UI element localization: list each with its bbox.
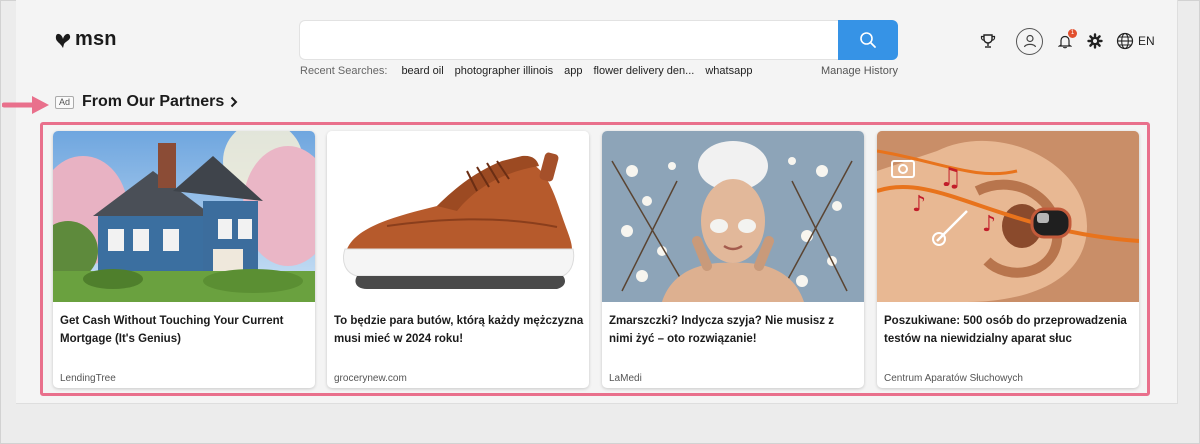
search-button[interactable] — [838, 20, 898, 60]
partner-card[interactable]: ♫ ♪ ♪ Poszukiwane: 500 osób do przeprowa… — [877, 131, 1139, 388]
language-button[interactable]: EN — [1116, 31, 1155, 51]
globe-icon — [1116, 32, 1134, 50]
svg-text:♪: ♪ — [912, 192, 926, 217]
card-title: Zmarszczki? Indycza szyja? Nie musisz z … — [609, 315, 834, 345]
card-source: Centrum Aparatów Słuchowych — [884, 373, 1023, 384]
card-title: To będzie para butów, którą każdy mężczy… — [334, 315, 584, 345]
recent-searches: Recent Searches: beard oil photographer … — [300, 65, 898, 77]
card-image-hearing-aid: ♫ ♪ ♪ — [877, 131, 1139, 302]
logo-text: msn — [75, 28, 117, 50]
header-toolbar: 1 EN — [978, 27, 1155, 55]
search-icon — [860, 32, 876, 48]
partner-card[interactable]: Get Cash Without Touching Your Current M… — [53, 131, 315, 388]
settings-button[interactable] — [1086, 32, 1104, 50]
profile-icon — [1023, 34, 1036, 48]
recent-searches-label: Recent Searches: — [300, 65, 388, 77]
rewards-button[interactable] — [978, 31, 998, 51]
profile-button[interactable] — [1016, 27, 1043, 55]
recent-search-item[interactable]: photographer illinois — [455, 65, 553, 77]
recent-search-item[interactable]: app — [564, 65, 582, 77]
svg-text:♪: ♪ — [982, 212, 996, 237]
svg-text:♫: ♫ — [939, 163, 962, 193]
card-source: LendingTree — [60, 373, 116, 384]
card-image-house — [53, 131, 315, 302]
partner-card[interactable]: To będzie para butów, którą każdy mężczy… — [327, 131, 589, 388]
language-label: EN — [1138, 34, 1155, 48]
manage-history-link[interactable]: Manage History — [821, 65, 898, 77]
partner-card[interactable]: Zmarszczki? Indycza szyja? Nie musisz z … — [602, 131, 864, 388]
notifications-button[interactable]: 1 — [1057, 29, 1077, 49]
search-input[interactable] — [299, 20, 839, 60]
card-title: Poszukiwane: 500 osób do przeprowadzenia… — [884, 315, 1127, 345]
card-image-sneaker — [327, 131, 589, 302]
msn-logo[interactable]: msn — [54, 28, 117, 51]
recent-search-item[interactable]: flower delivery den... — [593, 65, 694, 77]
gear-icon — [1087, 33, 1103, 49]
trophy-icon — [980, 34, 996, 48]
section-title: From Our Partners — [82, 93, 225, 110]
annotation-arrow-icon — [2, 96, 49, 114]
search-bar — [299, 20, 898, 60]
recent-search-item[interactable]: beard oil — [401, 65, 443, 77]
ad-label: Ad — [55, 96, 75, 109]
section-title-link[interactable]: From Our Partners — [82, 93, 238, 111]
card-source: grocerynew.com — [334, 373, 407, 384]
chevron-right-icon — [231, 96, 238, 108]
notification-badge: 1 — [1068, 29, 1077, 38]
butterfly-icon — [55, 33, 71, 48]
card-title: Get Cash Without Touching Your Current M… — [60, 315, 284, 345]
card-source: LaMedi — [609, 373, 642, 384]
recent-search-item[interactable]: whatsapp — [705, 65, 752, 77]
card-image-face-mask — [602, 131, 864, 302]
